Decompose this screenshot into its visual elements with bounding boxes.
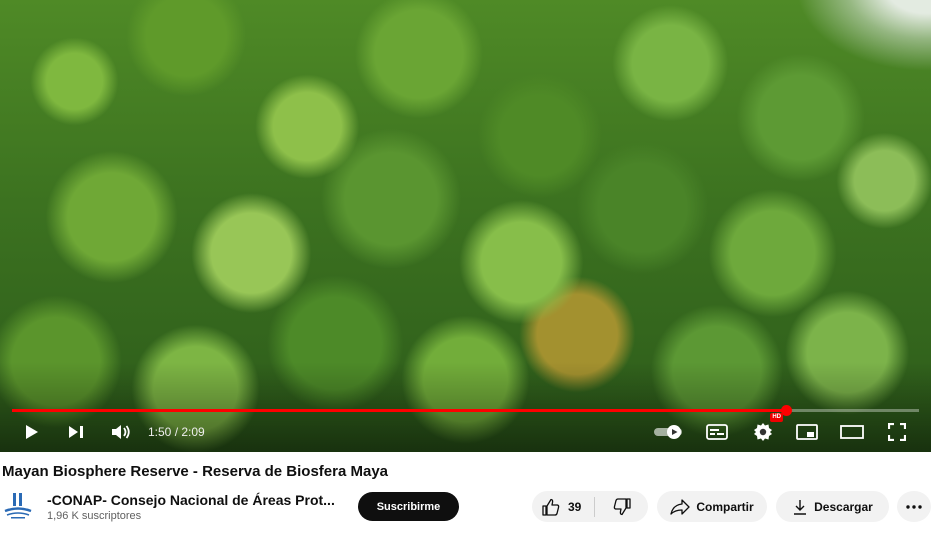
settings-button[interactable]: HD [748, 413, 783, 448]
thumbs-down-icon [613, 497, 631, 515]
subtitles-button[interactable] [702, 416, 732, 448]
time-display: 1:50 / 2:09 [148, 425, 205, 439]
channel-name[interactable]: -CONAP- Consejo Nacional de Áreas Prot..… [47, 492, 335, 508]
like-count: 39 [568, 499, 582, 514]
video-player[interactable]: 1:50 / 2:09 HD [0, 0, 931, 452]
conap-logo-icon [4, 493, 32, 519]
fullscreen-icon [888, 423, 906, 441]
like-dislike-group: 39 [532, 491, 648, 522]
share-button[interactable]: Compartir [657, 491, 767, 522]
subscriber-count: 1,96 K suscriptores [47, 510, 142, 522]
player-controls: 1:50 / 2:09 HD [0, 413, 931, 448]
next-icon [69, 426, 83, 438]
like-button[interactable]: 39 [532, 491, 594, 522]
channel-avatar[interactable] [2, 490, 34, 522]
video-title: Mayan Biosphere Reserve - Reserva de Bio… [2, 463, 389, 480]
download-icon [794, 499, 807, 515]
miniplayer-icon [796, 424, 818, 440]
download-label: Descargar [814, 499, 873, 514]
next-button[interactable] [62, 416, 90, 448]
share-arrow-icon [670, 498, 690, 515]
fullscreen-button[interactable] [882, 416, 912, 448]
autoplay-toggle-icon [654, 425, 682, 439]
share-label: Compartir [696, 499, 754, 514]
volume-icon [112, 425, 130, 439]
thumbs-up-icon [542, 498, 560, 516]
autoplay-toggle[interactable] [652, 416, 686, 448]
more-dots-icon [906, 504, 922, 509]
theater-mode-button[interactable] [837, 416, 867, 448]
dislike-button[interactable] [595, 491, 648, 522]
mute-button[interactable] [106, 416, 136, 448]
miniplayer-button[interactable] [792, 416, 822, 448]
subscribe-button[interactable]: Suscribirme [358, 492, 459, 521]
progress-played [12, 409, 786, 412]
progress-bar[interactable] [12, 405, 919, 416]
play-button[interactable] [18, 416, 46, 448]
hd-badge: HD [770, 413, 783, 422]
settings-icon [754, 423, 772, 441]
subtitles-icon [706, 424, 728, 440]
theater-icon [840, 425, 864, 439]
download-button[interactable]: Descargar [776, 491, 889, 522]
more-actions-button[interactable] [897, 491, 931, 522]
play-icon [26, 425, 38, 439]
